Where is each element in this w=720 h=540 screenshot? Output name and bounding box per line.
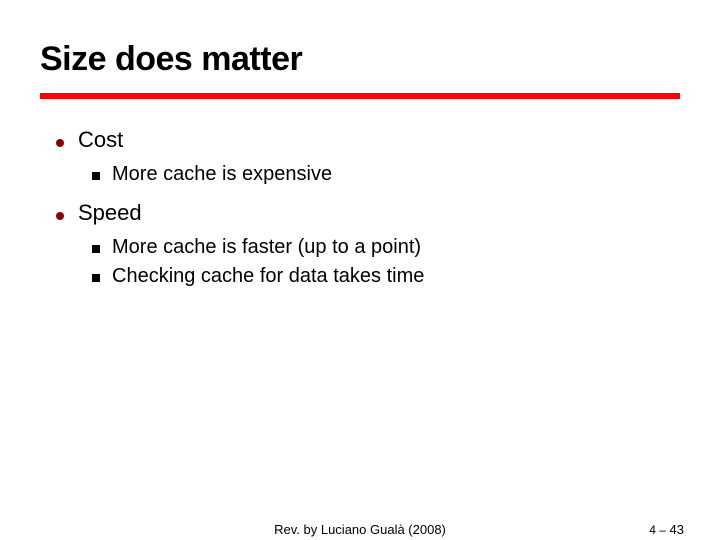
footer-center: Rev. by Luciano Gualà (2008) — [0, 522, 720, 537]
page-title: Size does matter — [40, 40, 680, 79]
slide: Size does matter Cost More cache is expe… — [0, 0, 720, 540]
list-item: More cache is expensive — [92, 163, 664, 186]
section-number: 4 – — [649, 523, 666, 537]
bullet-label: Cost — [78, 127, 123, 153]
bullet-square-icon — [92, 245, 100, 253]
bullet-list-level1: Cost More cache is expensive Speed — [56, 127, 664, 288]
bullet-label: Speed — [78, 200, 142, 226]
list-item-row: Speed — [56, 200, 664, 226]
list-item: Speed More cache is faster (up to a poin… — [56, 200, 664, 288]
bullet-square-icon — [92, 274, 100, 282]
bullet-label: More cache is expensive — [112, 163, 332, 186]
bullet-label: More cache is faster (up to a point) — [112, 236, 421, 259]
bullet-list-level2: More cache is faster (up to a point) Che… — [92, 236, 664, 288]
title-wrap: Size does matter — [0, 0, 720, 79]
bullet-disc-icon — [56, 139, 64, 147]
bullet-disc-icon — [56, 212, 64, 220]
page-number: 43 — [670, 522, 684, 537]
bullet-square-icon — [92, 172, 100, 180]
list-item: More cache is faster (up to a point) — [92, 236, 664, 259]
bullet-label: Checking cache for data takes time — [112, 265, 424, 288]
bullet-list-level2: More cache is expensive — [92, 163, 664, 186]
list-item: Checking cache for data takes time — [92, 265, 664, 288]
list-item-row: Cost — [56, 127, 664, 153]
content-area: Cost More cache is expensive Speed — [0, 99, 720, 288]
footer-right: 4 – 43 — [649, 522, 684, 537]
list-item: Cost More cache is expensive — [56, 127, 664, 186]
